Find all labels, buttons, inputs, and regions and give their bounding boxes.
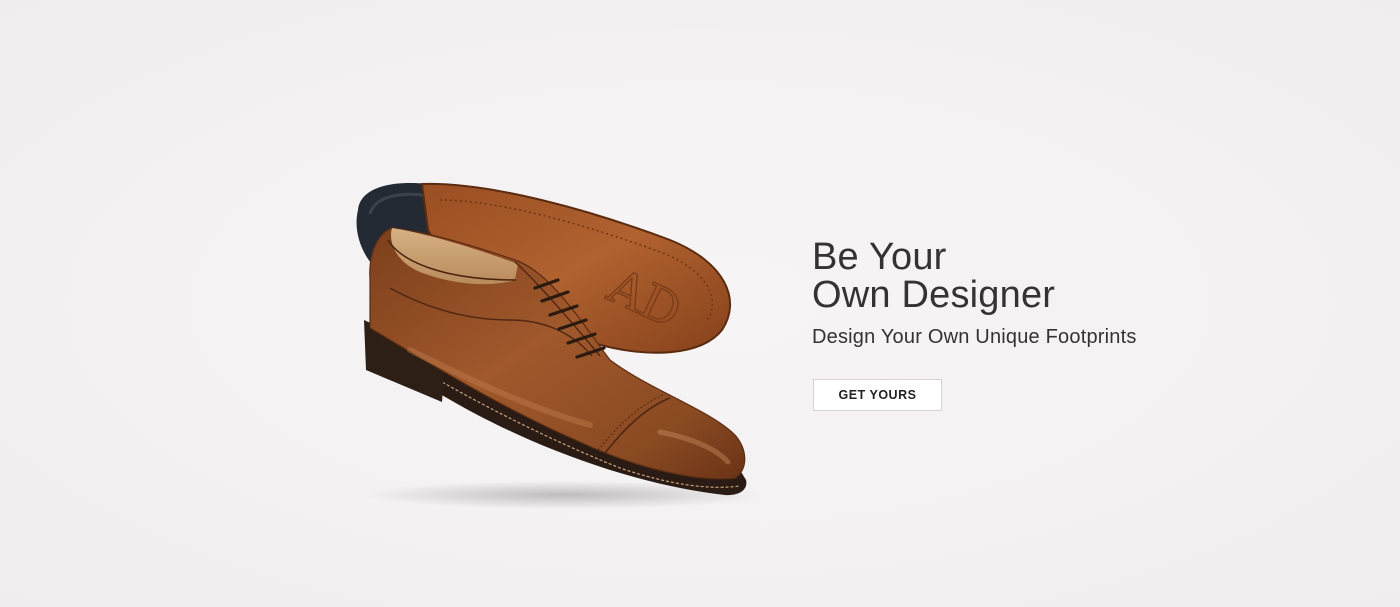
headline-line-1: Be Your [812, 236, 947, 278]
hero-copy: Be Your Own Designer Design Your Own Uni… [812, 238, 1252, 411]
headline-line-2: Own Designer [812, 274, 1056, 316]
hero-subheadline: Design Your Own Unique Footprints [812, 326, 1137, 348]
hero-headline: Be Your Own Designer [812, 238, 1252, 314]
hero-banner: AD Be Your Own Designer Design Your Own … [0, 0, 1400, 607]
shoe-product-image: AD [356, 182, 765, 509]
get-yours-button[interactable]: GET YOURS [813, 379, 942, 411]
